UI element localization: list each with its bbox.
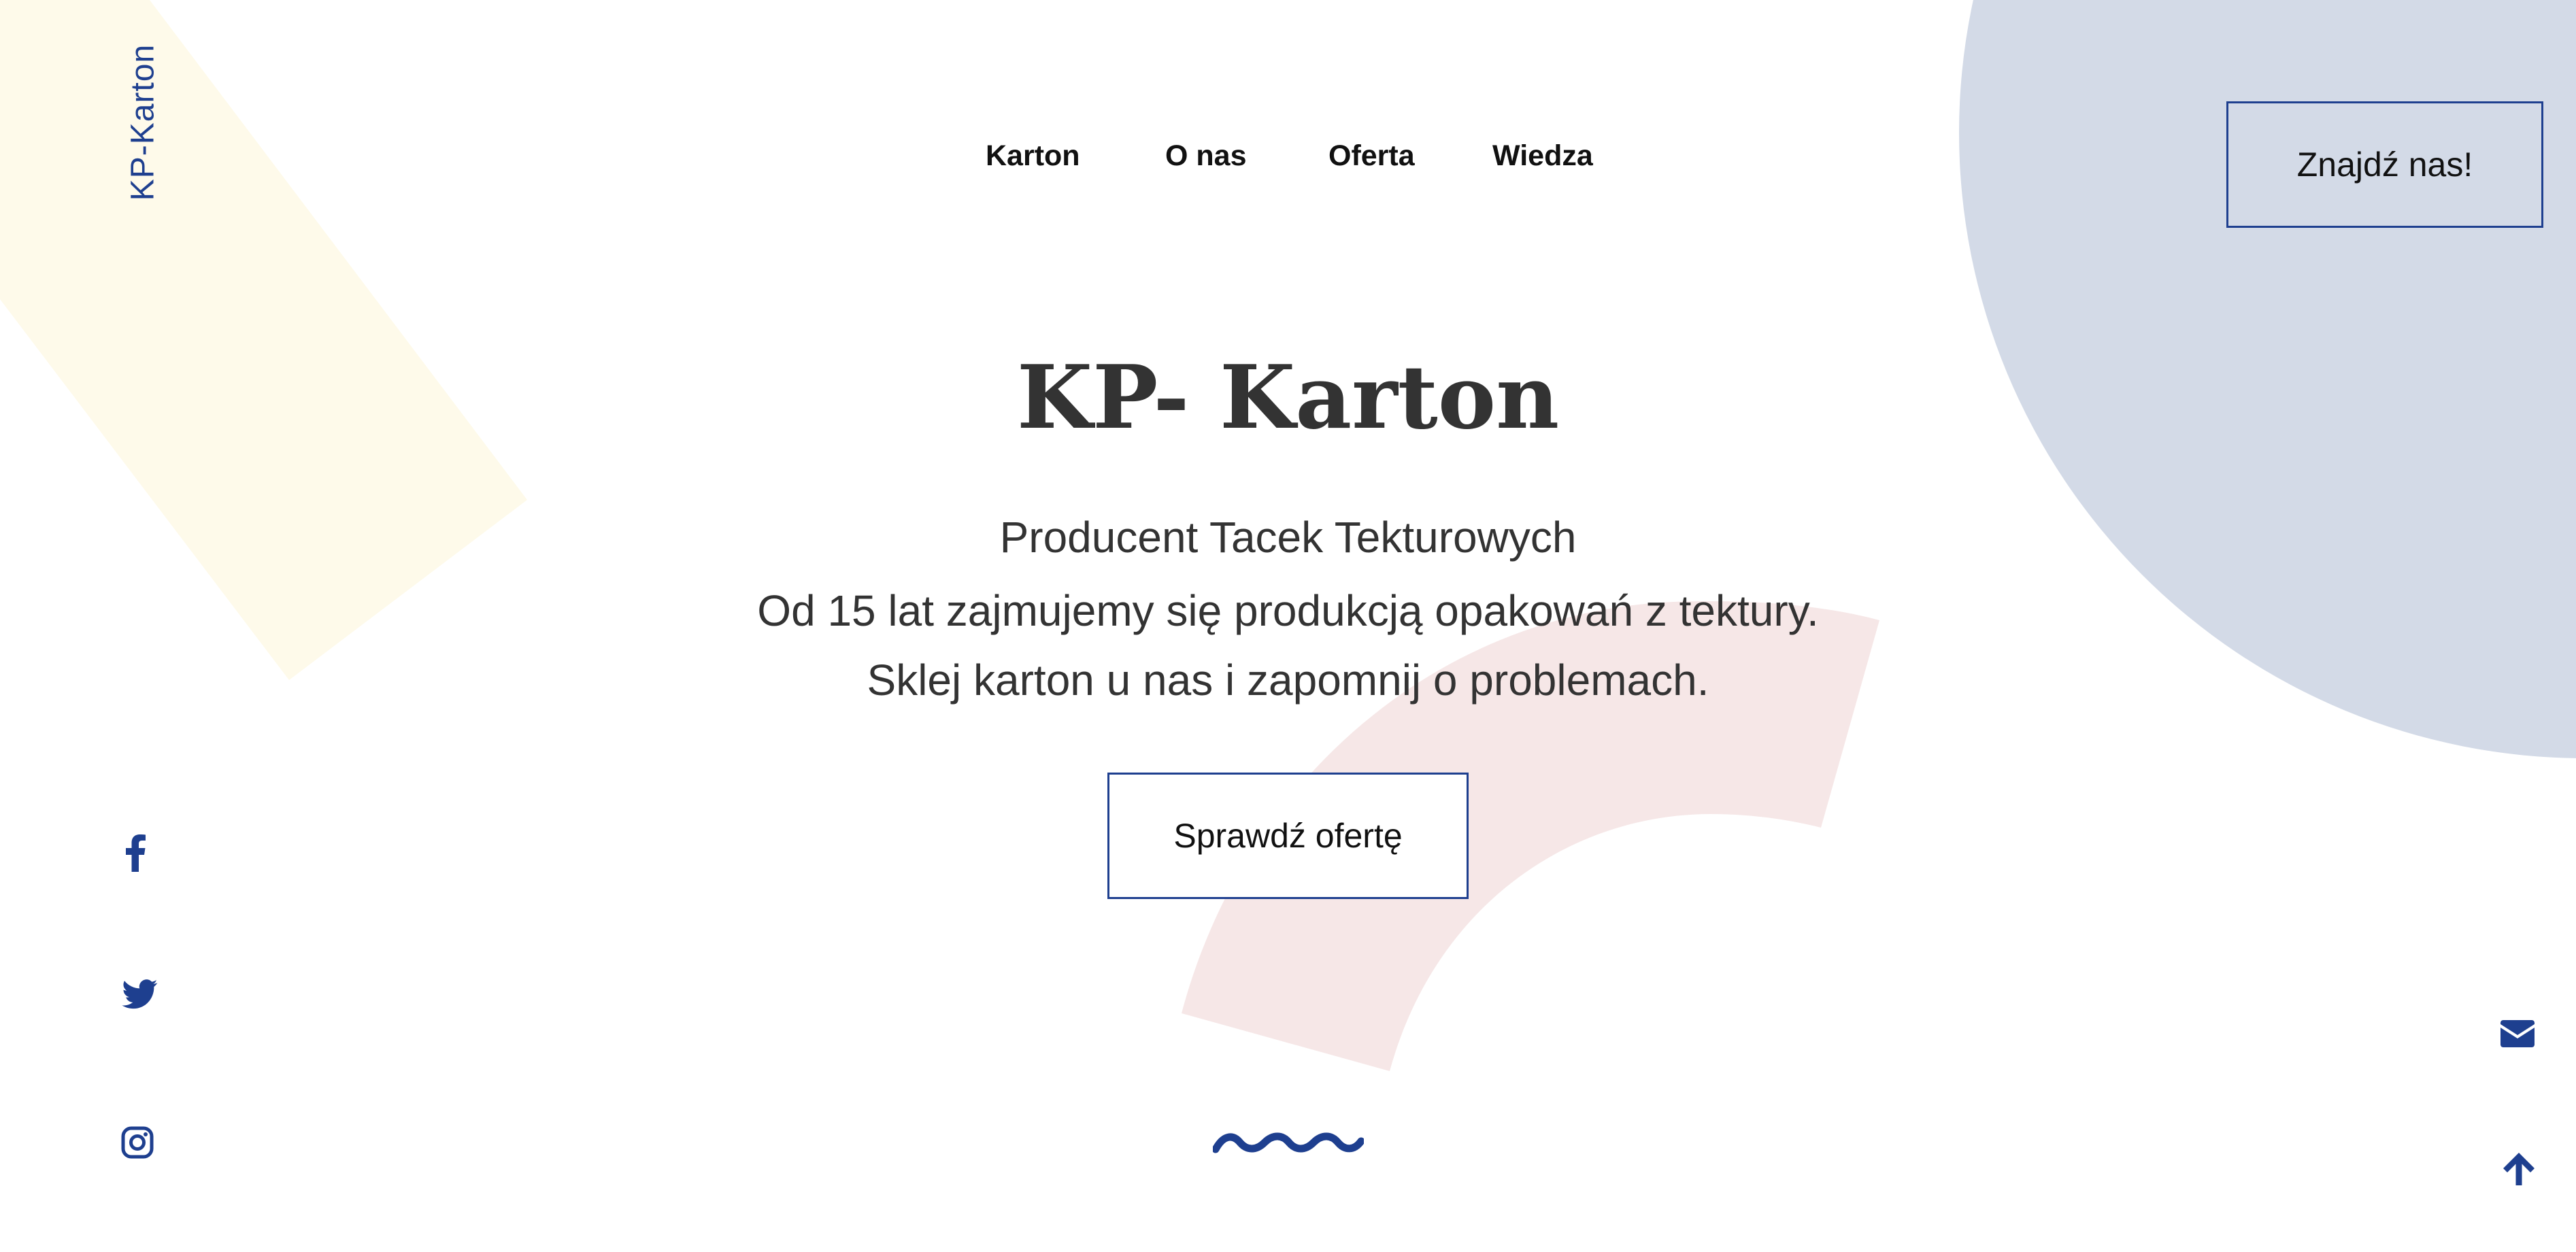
hero-description-line-2: Sklej karton u nas i zapomnij o problema… xyxy=(867,656,1709,705)
main-nav: Karton O nas Oferta Wiedza xyxy=(0,139,2576,180)
hero-subtitle: Producent Tacek Tekturowych xyxy=(999,513,1577,562)
twitter-icon[interactable] xyxy=(121,979,158,1009)
nav-item-karton[interactable]: Karton xyxy=(986,139,1080,173)
check-offer-button[interactable]: Sprawdź ofertę xyxy=(1107,773,1469,899)
nav-item-oferta[interactable]: Oferta xyxy=(1328,139,1415,173)
instagram-icon[interactable] xyxy=(121,1126,154,1159)
hero-description-line-1: Od 15 lat zajmujemy się produkcją opakow… xyxy=(757,586,1819,635)
mail-icon[interactable] xyxy=(2500,1020,2535,1047)
find-us-button[interactable]: Znajdź nas! xyxy=(2226,101,2543,228)
hero-title: KP- Karton xyxy=(1016,347,1560,449)
landing-page: KP-Karton Karton O nas Oferta Wiedza Zna… xyxy=(0,0,2576,1252)
yellow-diagonal-band xyxy=(0,0,527,680)
nav-item-o-nas[interactable]: O nas xyxy=(1165,139,1247,173)
facebook-icon[interactable] xyxy=(121,834,148,872)
squiggle-divider xyxy=(1213,1132,1364,1153)
nav-item-wiedza[interactable]: Wiedza xyxy=(1492,139,1593,173)
arrow-up-icon[interactable] xyxy=(2502,1151,2536,1187)
